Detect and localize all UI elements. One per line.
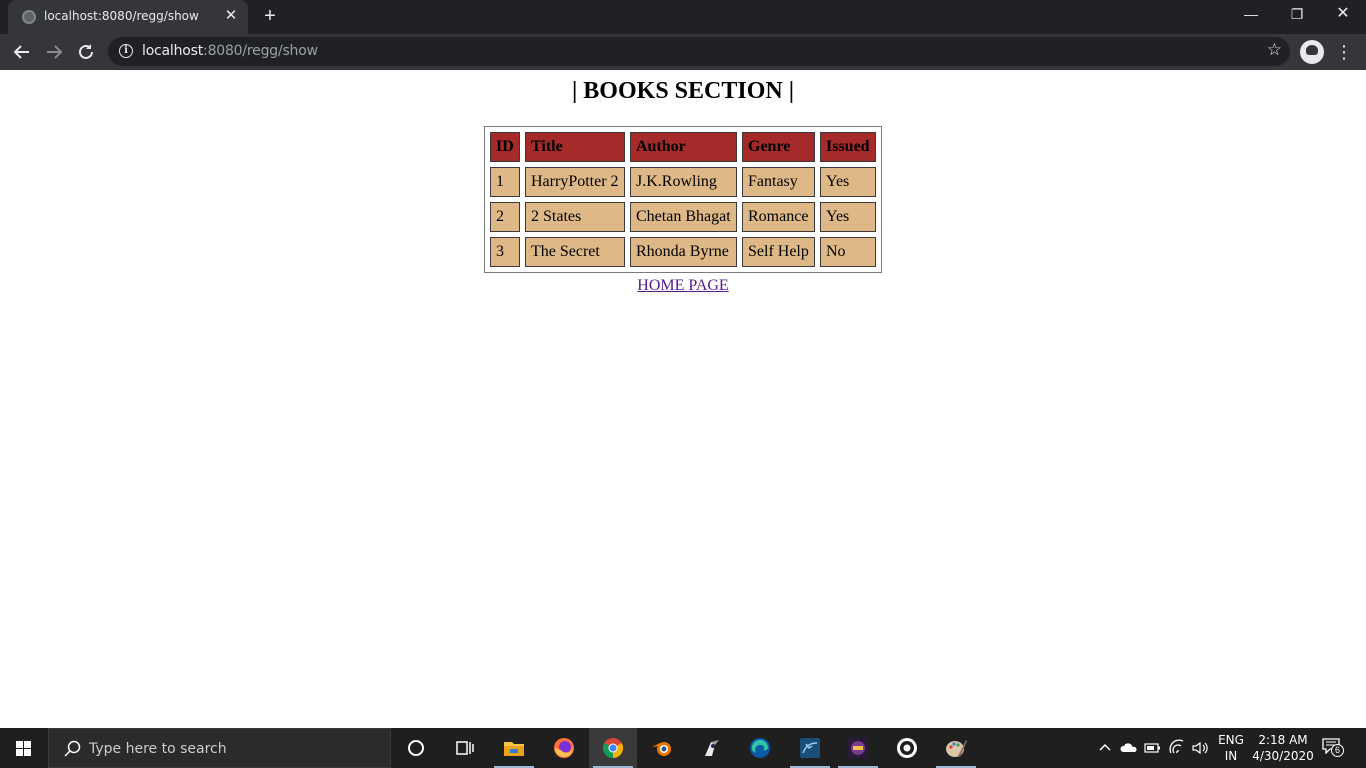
back-button[interactable] — [9, 39, 35, 65]
file-explorer-button[interactable] — [490, 728, 538, 768]
paint-button[interactable] — [932, 728, 980, 768]
eclipse-icon — [705, 740, 719, 756]
home-link-container: HOME PAGE — [0, 277, 1366, 295]
edge-button[interactable] — [736, 728, 784, 768]
ageia-icon — [848, 738, 868, 758]
firefox-icon — [554, 738, 574, 758]
arrow-right-icon — [47, 45, 63, 59]
arrow-left-icon — [13, 45, 29, 59]
task-view-button[interactable] — [440, 728, 488, 768]
edge-icon — [750, 738, 770, 758]
language-indicator[interactable]: ENG IN — [1214, 732, 1248, 764]
cortana-icon — [408, 740, 424, 756]
system-clock[interactable]: 2:18 AM 4/30/2020 — [1252, 732, 1314, 764]
clock-time: 2:18 AM — [1258, 733, 1308, 747]
start-button[interactable] — [0, 728, 48, 768]
cell-title: 2 States — [525, 202, 625, 232]
tab-title: localhost:8080/regg/show — [44, 9, 199, 23]
eclipse-button[interactable] — [688, 728, 736, 768]
search-placeholder: Type here to search — [89, 741, 227, 757]
chevron-up-icon[interactable] — [1096, 739, 1114, 757]
header-genre: Genre — [742, 132, 815, 162]
cell-author: J.K.Rowling — [630, 167, 737, 197]
globe-icon — [22, 10, 36, 24]
obs-button[interactable] — [883, 728, 931, 768]
forward-button[interactable] — [41, 39, 67, 65]
minimize-button[interactable]: — — [1228, 0, 1274, 30]
books-table: ID Title Author Genre Issued 1 HarryPott… — [484, 126, 882, 273]
browser-titlebar: localhost:8080/regg/show ✕ + — ❐ ✕ — [0, 0, 1366, 34]
cell-genre: Romance — [742, 202, 815, 232]
header-author: Author — [630, 132, 737, 162]
cell-title: HarryPotter 2 — [525, 167, 625, 197]
restore-button[interactable]: ❐ — [1274, 0, 1320, 30]
table-row: 3 The Secret Rhonda Byrne Self Help No — [490, 237, 876, 267]
new-tab-button[interactable]: + — [258, 5, 282, 29]
cell-author: Rhonda Byrne — [630, 237, 737, 267]
table-row: 1 HarryPotter 2 J.K.Rowling Fantasy Yes — [490, 167, 876, 197]
header-issued: Issued — [820, 132, 876, 162]
search-icon — [64, 740, 81, 757]
onedrive-cloud-icon[interactable] — [1120, 739, 1138, 757]
cell-issued: Yes — [820, 202, 876, 232]
blender-icon — [652, 742, 671, 756]
table-header-row: ID Title Author Genre Issued — [490, 132, 876, 162]
wifi-icon[interactable] — [1168, 739, 1186, 757]
cell-issued: Yes — [820, 167, 876, 197]
mysql-workbench-button[interactable] — [786, 728, 834, 768]
page-content: | BOOKS SECTION | ID Title Author Genre … — [0, 70, 1366, 728]
home-page-link[interactable]: HOME PAGE — [637, 277, 728, 294]
url-text[interactable]: localhost:8080/regg/show — [142, 43, 318, 59]
browser-tab[interactable]: localhost:8080/regg/show ✕ — [8, 0, 248, 34]
volume-icon[interactable] — [1191, 739, 1209, 757]
obs-icon — [897, 738, 917, 758]
battery-icon[interactable] — [1144, 739, 1162, 757]
cortana-button[interactable] — [392, 728, 440, 768]
firefox-button[interactable] — [540, 728, 588, 768]
table-row: 2 2 States Chetan Bhagat Romance Yes — [490, 202, 876, 232]
header-title: Title — [525, 132, 625, 162]
notification-count-badge: 6 — [1331, 744, 1344, 757]
reload-icon — [79, 44, 93, 59]
file-explorer-icon — [504, 742, 524, 756]
taskbar-search-box[interactable]: Type here to search — [48, 728, 391, 768]
cell-id: 3 — [490, 237, 520, 267]
chrome-icon — [602, 738, 624, 759]
close-window-button[interactable]: ✕ — [1320, 0, 1366, 30]
profile-avatar[interactable] — [1300, 40, 1324, 64]
language-code: ENG — [1218, 733, 1244, 747]
cell-issued: No — [820, 237, 876, 267]
mysql-workbench-icon — [800, 738, 820, 758]
reload-button[interactable] — [73, 39, 99, 65]
address-bar[interactable]: i localhost:8080/regg/show ☆ — [108, 37, 1290, 66]
bookmark-star-icon[interactable]: ☆ — [1267, 40, 1282, 60]
page-title: | BOOKS SECTION | — [572, 78, 794, 104]
cell-genre: Self Help — [742, 237, 815, 267]
browser-menu-icon[interactable]: ⋮ — [1332, 39, 1356, 65]
cell-id: 1 — [490, 167, 520, 197]
task-view-icon — [456, 741, 474, 755]
keyboard-region: IN — [1224, 749, 1238, 763]
header-id: ID — [490, 132, 520, 162]
paint-icon — [946, 740, 967, 757]
browser-toolbar: i localhost:8080/regg/show ☆ ⋮ — [0, 34, 1366, 70]
ageia-button[interactable] — [834, 728, 882, 768]
taskbar: Type here to search ENG IN 2:18 AM 4/30/… — [0, 728, 1366, 768]
action-center-button[interactable]: 6 — [1322, 738, 1344, 758]
cell-title: The Secret — [525, 237, 625, 267]
cell-author: Chetan Bhagat — [630, 202, 737, 232]
blender-button[interactable] — [638, 728, 686, 768]
cell-genre: Fantasy — [742, 167, 815, 197]
info-icon[interactable]: i — [119, 44, 133, 58]
close-tab-icon[interactable]: ✕ — [222, 7, 240, 25]
cell-id: 2 — [490, 202, 520, 232]
clock-date: 4/30/2020 — [1252, 749, 1314, 763]
windows-logo-icon — [16, 741, 32, 756]
chrome-button[interactable] — [589, 728, 637, 768]
